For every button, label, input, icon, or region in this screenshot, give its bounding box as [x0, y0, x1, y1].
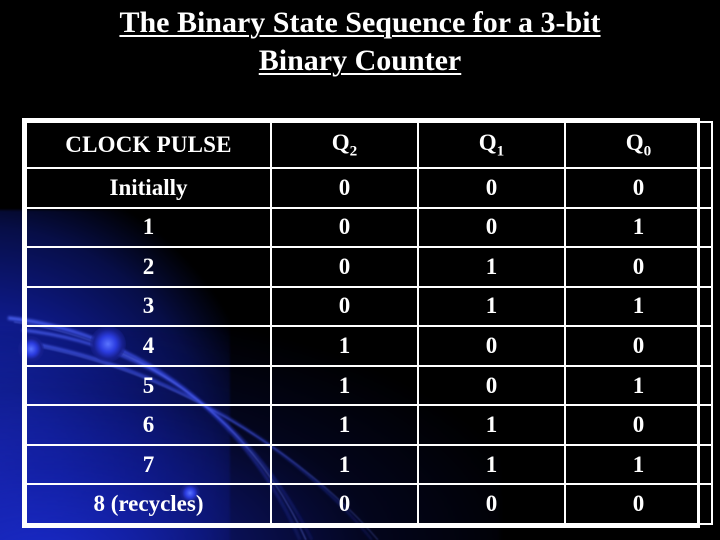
- cell-q1: 1: [417, 285, 566, 328]
- header-q0-base: Q: [625, 129, 644, 155]
- cell-q0: 0: [564, 167, 713, 209]
- cell-pulse: 8 (recycles): [25, 483, 272, 525]
- cell-q1: 0: [417, 167, 566, 209]
- cell-q0: 1: [564, 364, 713, 407]
- header-clock-pulse: CLOCK PULSE: [25, 120, 272, 170]
- table-row: 6 1 1 0: [25, 404, 713, 446]
- header-q2-base: Q: [331, 129, 350, 155]
- cell-q1: 1: [417, 443, 566, 486]
- cell-q1: 0: [417, 364, 566, 407]
- header-q0-subscript: 0: [643, 142, 652, 160]
- table-row: 8 (recycles) 0 0 0: [25, 483, 713, 525]
- cell-pulse: Initially: [25, 167, 272, 209]
- cell-pulse: 2: [25, 246, 272, 288]
- cell-q0: 0: [564, 246, 713, 288]
- header-q2-subscript: 2: [349, 142, 358, 160]
- cell-pulse: 5: [25, 364, 272, 407]
- cell-q0: 1: [564, 443, 713, 486]
- cell-q2: 0: [270, 167, 419, 209]
- cell-q1: 0: [417, 483, 566, 525]
- cell-q1: 1: [417, 404, 566, 446]
- cell-pulse: 7: [25, 443, 272, 486]
- cell-q2: 1: [270, 325, 419, 367]
- cell-q2: 0: [270, 483, 419, 525]
- table-row: 5 1 0 1: [25, 364, 713, 407]
- cell-pulse: 1: [25, 206, 272, 249]
- title-line-2: Binary Counter: [258, 44, 462, 77]
- table-row: 3 0 1 1: [25, 285, 713, 328]
- table-row: 1 0 0 1: [25, 206, 713, 249]
- cell-pulse: 3: [25, 285, 272, 328]
- slide-canvas: The Binary State Sequence for a 3-bit Bi…: [0, 0, 720, 540]
- table-header-row: CLOCK PULSE Q2 Q1 Q0: [25, 120, 713, 170]
- header-q0: Q0: [564, 120, 713, 170]
- cell-q0: 0: [564, 483, 713, 525]
- cell-pulse: 4: [25, 325, 272, 367]
- cell-q1: 0: [417, 325, 566, 367]
- cell-q2: 1: [270, 443, 419, 486]
- binary-sequence-table: CLOCK PULSE Q2 Q1 Q0 Initially 0 0 0 1 0…: [22, 118, 713, 528]
- cell-q2: 1: [270, 364, 419, 407]
- cell-q2: 0: [270, 206, 419, 249]
- title-line-1: The Binary State Sequence for a 3-bit: [119, 6, 601, 39]
- cell-pulse: 6: [25, 404, 272, 446]
- cell-q0: 0: [564, 325, 713, 367]
- table-row: Initially 0 0 0: [25, 167, 713, 209]
- cell-q0: 1: [564, 285, 713, 328]
- header-q2: Q2: [270, 120, 419, 170]
- slide-title: The Binary State Sequence for a 3-bit Bi…: [0, 4, 720, 80]
- cell-q0: 0: [564, 404, 713, 446]
- table-row: 7 1 1 1: [25, 443, 713, 486]
- table-row: 4 1 0 0: [25, 325, 713, 367]
- header-q1-base: Q: [478, 129, 497, 155]
- cell-q2: 1: [270, 404, 419, 446]
- header-q1-subscript: 1: [496, 142, 505, 160]
- cell-q1: 1: [417, 246, 566, 288]
- cell-q1: 0: [417, 206, 566, 249]
- cell-q0: 1: [564, 206, 713, 249]
- cell-q2: 0: [270, 246, 419, 288]
- cell-q2: 0: [270, 285, 419, 328]
- header-q1: Q1: [417, 120, 566, 170]
- table-row: 2 0 1 0: [25, 246, 713, 288]
